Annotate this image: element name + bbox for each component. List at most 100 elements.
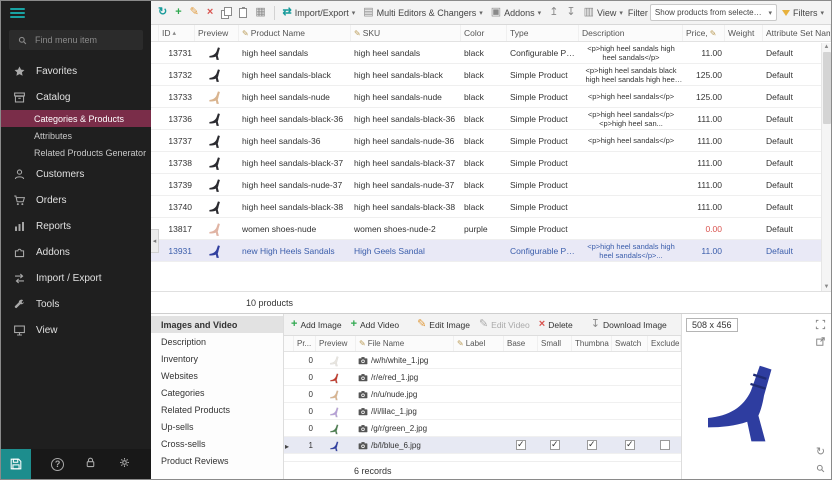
lock-icon[interactable] xyxy=(84,456,97,472)
media-row[interactable]: ▸ 0 /l/i/lilac_1.jpg ✓ ✓ xyxy=(284,403,681,420)
thumbnail-checkbox[interactable]: ✓ xyxy=(587,440,597,450)
preview-image xyxy=(682,314,831,479)
filter-select[interactable]: Show products from selected categories ▾ xyxy=(650,4,777,21)
tab-inventory[interactable]: Inventory xyxy=(151,350,283,367)
paste-button[interactable] xyxy=(236,6,250,20)
expand-rows-button[interactable]: ↥ xyxy=(546,5,561,20)
small-checkbox[interactable]: ✓ xyxy=(550,440,560,450)
sidebar-item-addons[interactable]: Addons xyxy=(1,239,151,265)
table-row[interactable]: ▸ 13732 high heel sandals-black high hee… xyxy=(151,64,831,86)
product-thumbnail xyxy=(195,44,239,61)
column-header-small[interactable]: Small xyxy=(538,336,572,351)
tab-up-sells[interactable]: Up-sells xyxy=(151,418,283,435)
scroll-down-arrow[interactable]: ▼ xyxy=(824,283,830,291)
refresh-button[interactable]: ↻ xyxy=(155,5,170,20)
hamburger-menu-icon[interactable] xyxy=(10,6,25,20)
column-header-exclude[interactable]: Exclude xyxy=(648,336,681,351)
delete-product-button[interactable]: × xyxy=(204,5,216,20)
media-row[interactable]: ▸ 0 /w/h/white_1.jpg ✓ ✓ xyxy=(284,352,681,369)
tab-description[interactable]: Description xyxy=(151,333,283,350)
column-header-type[interactable]: Type xyxy=(507,25,579,41)
column-header-sku[interactable]: ✎SKU xyxy=(351,25,461,41)
tab-websites[interactable]: Websites xyxy=(151,367,283,384)
column-header-id[interactable]: ID▴ xyxy=(159,25,195,41)
swatch-checkbox[interactable]: ✓ xyxy=(625,440,635,450)
base-checkbox[interactable]: ✓ xyxy=(516,440,526,450)
media-row[interactable]: ▸ 0 /n/u/nude.jpg ✓ ✓ xyxy=(284,386,681,403)
table-row[interactable]: ▸ 13738 high heel sandals-black-37 high … xyxy=(151,152,831,174)
import-export-menu[interactable]: ⇄ Import/Export ▾ xyxy=(280,5,359,20)
addons-menu[interactable]: ▣ Addons ▾ xyxy=(488,5,544,20)
tab-categories[interactable]: Categories xyxy=(151,384,283,401)
sidebar-item-categories-products[interactable]: Categories & Products xyxy=(1,110,151,127)
edit-video-button[interactable]: ✎Edit Video xyxy=(476,317,533,332)
table-row[interactable]: ▸ 13736 high heel sandals-black-36 high … xyxy=(151,108,831,130)
tab-product-reviews[interactable]: Product Reviews xyxy=(151,452,283,469)
edit-image-button[interactable]: ✎Edit Image xyxy=(414,317,473,332)
fullscreen-icon[interactable] xyxy=(813,317,828,332)
column-header-preview[interactable]: Preview xyxy=(195,25,239,41)
search-input[interactable] xyxy=(35,35,137,45)
sidebar-item-orders[interactable]: Orders xyxy=(1,187,151,213)
sidebar-item-import-export[interactable]: Import / Export xyxy=(1,265,151,291)
sidebar-item-view[interactable]: View xyxy=(1,317,151,343)
column-header-weight[interactable]: Weight xyxy=(725,25,763,41)
collapse-rows-button[interactable]: ↧ xyxy=(563,5,578,20)
columns-button[interactable]: ▦ xyxy=(252,5,268,20)
filters-button[interactable]: Filters ▾ xyxy=(779,6,827,20)
column-header-description[interactable]: Description xyxy=(579,25,683,41)
media-row[interactable]: ▸ 1 /b/l/blue_6.jpg ✓ ✓ xyxy=(284,437,681,454)
table-row[interactable]: ▸ 13731 high heel sandals high heel sand… xyxy=(151,42,831,64)
edit-product-button[interactable]: ✎ xyxy=(187,5,202,20)
exclude-checkbox[interactable]: ✓ xyxy=(660,440,670,450)
add-product-button[interactable]: + xyxy=(172,5,184,20)
copy-button[interactable] xyxy=(218,5,234,20)
tab-related-products[interactable]: Related Products xyxy=(151,401,283,418)
save-button[interactable] xyxy=(1,449,31,479)
sidebar-item-tools[interactable]: Tools xyxy=(1,291,151,317)
view-menu[interactable]: ▥ View ▾ xyxy=(581,5,626,20)
media-row[interactable]: ▸ 0 /g/r/green_2.jpg ✓ ✓ xyxy=(284,420,681,437)
sidebar-item-catalog[interactable]: Catalog xyxy=(1,84,151,110)
table-row[interactable]: ▸ 13817 women shoes-nude women shoes-nud… xyxy=(151,218,831,240)
sidebar-item-favorites[interactable]: Favorites xyxy=(1,58,151,84)
add-video-button[interactable]: +Add Video xyxy=(348,317,403,332)
column-header-preview[interactable]: Preview xyxy=(316,336,356,351)
column-header-price[interactable]: Price,✎ xyxy=(683,25,725,41)
scroll-up-arrow[interactable]: ▲ xyxy=(824,43,830,51)
column-header-color[interactable]: Color xyxy=(461,25,507,41)
download-image-button[interactable]: ↧Download Image xyxy=(588,317,670,332)
sidebar-item-related-products-generator[interactable]: Related Products Generator xyxy=(1,144,151,161)
collapse-panel-handle[interactable]: ◂ xyxy=(151,229,159,253)
sidebar-item-attributes[interactable]: Attributes xyxy=(1,127,151,144)
table-row[interactable]: ▸ 13740 high heel sandals-black-38 high … xyxy=(151,196,831,218)
table-row[interactable]: ▸ 13733 high heel sandals-nude high heel… xyxy=(151,86,831,108)
column-header-base[interactable]: Base xyxy=(504,336,538,351)
open-external-icon[interactable] xyxy=(813,334,828,349)
sidebar-item-customers[interactable]: Customers xyxy=(1,161,151,187)
zoom-icon[interactable] xyxy=(813,461,828,476)
column-header-attribute-set[interactable]: Attribute Set Name xyxy=(763,25,831,41)
media-row[interactable]: ▸ 0 /r/e/red_1.jpg ✓ ✓ xyxy=(284,369,681,386)
column-header-thumbnail[interactable]: Thumbna xyxy=(572,336,612,351)
tab-cross-sells[interactable]: Cross-sells xyxy=(151,435,283,452)
gear-icon[interactable] xyxy=(118,456,131,472)
delete-image-button[interactable]: ×Delete xyxy=(536,317,576,332)
add-image-button[interactable]: +Add Image xyxy=(288,317,345,332)
table-row[interactable]: ▸ 13931 new High Heels Sandals High Geel… xyxy=(151,240,831,262)
column-header-product-name[interactable]: ✎Product Name xyxy=(239,25,351,41)
scrollbar-thumb[interactable] xyxy=(823,52,831,124)
tab-images-and-video[interactable]: Images and Video xyxy=(151,316,283,333)
rotate-icon[interactable]: ↻ xyxy=(813,444,828,459)
multi-editors-menu[interactable]: ▤ Multi Editors & Changers ▾ xyxy=(360,5,485,20)
sidebar-item-reports[interactable]: Reports xyxy=(1,213,151,239)
help-icon[interactable]: ? xyxy=(51,458,64,471)
table-row[interactable]: ▸ 13739 high heel sandals-nude-37 high h… xyxy=(151,174,831,196)
import-export-icon xyxy=(12,272,27,285)
cell-type: Configurable Product xyxy=(507,246,579,256)
column-header-file-name[interactable]: ✎File Name xyxy=(356,336,454,351)
table-row[interactable]: ▸ 13737 high heel sandals-36 high heel s… xyxy=(151,130,831,152)
column-header-label[interactable]: ✎Label xyxy=(454,336,504,351)
column-header-swatch[interactable]: Swatch xyxy=(612,336,648,351)
column-header-priority[interactable]: Pr... xyxy=(294,336,316,351)
